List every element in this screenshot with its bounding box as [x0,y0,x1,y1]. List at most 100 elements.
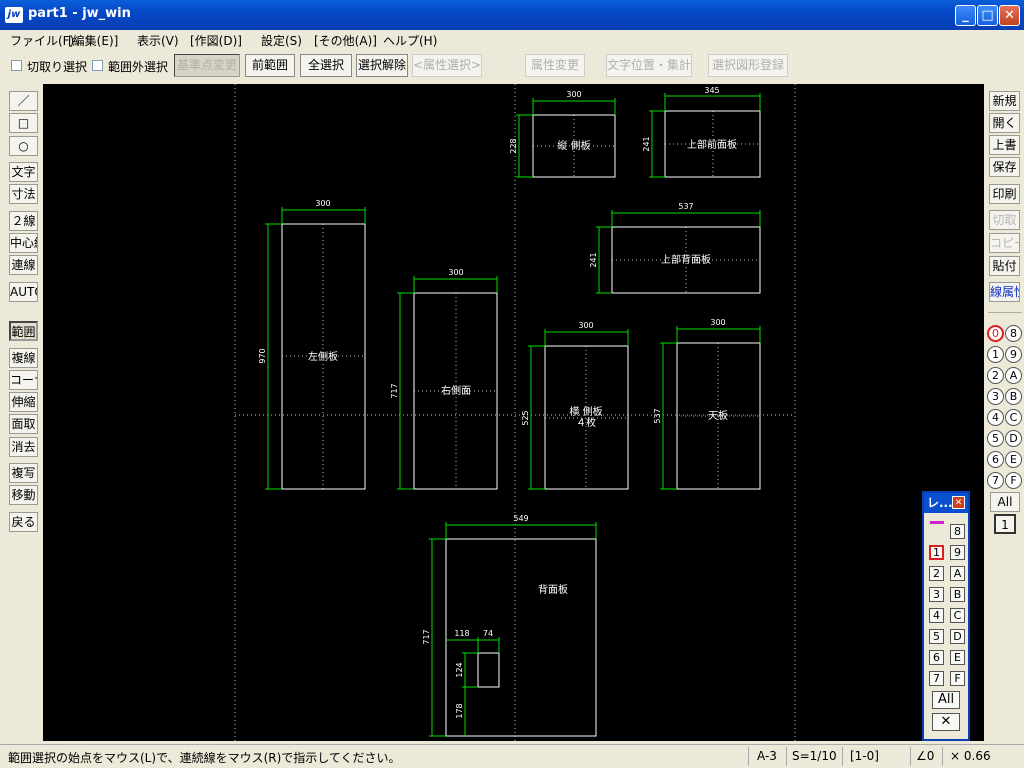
palette-layer-1-button[interactable]: 1 [929,545,944,560]
palette-cross-icon[interactable]: ✕ [932,713,960,731]
palette-layer-a-button[interactable]: A [950,566,965,581]
text-tool-button[interactable]: 文字 [9,162,38,182]
menu-help[interactable]: ヘルプ(H) [383,32,437,49]
palette-layer-4-button[interactable]: 4 [929,608,944,623]
layer-f-button[interactable]: F [1005,472,1022,489]
line-attribute-button[interactable]: 線属性 [989,282,1020,302]
palette-layer-6-button[interactable]: 6 [929,650,944,665]
save-button[interactable]: 保存 [989,157,1020,177]
stretch-tool-button[interactable]: 伸縮 [9,392,38,412]
palette-layer-7-button[interactable]: 7 [929,671,944,686]
current-layer[interactable]: [1-0] [850,749,879,763]
register-shape-button[interactable]: 選択図形登録 [708,54,788,77]
palette-layer-c-button[interactable]: C [950,608,965,623]
undo-tool-button[interactable]: 戻る [9,512,38,532]
dimension-width: 345 [704,86,719,95]
palette-layer-2-button[interactable]: 2 [929,566,944,581]
chamfer-tool-button[interactable]: 面取 [9,414,38,434]
minimize-button[interactable]: _ [955,5,976,26]
prev-range-button[interactable]: 前範囲 [245,54,295,77]
palette-all-button[interactable]: All [932,691,960,709]
layer-c-button[interactable]: C [1005,409,1022,426]
dimension-width: 549 [513,514,528,523]
layer-group-button[interactable]: 1 [994,514,1016,534]
layer-6-button[interactable]: 6 [987,451,1004,468]
layer-d-button[interactable]: D [1005,430,1022,447]
paper-size[interactable]: A-3 [757,749,777,763]
window-title: part1 - jw_win [28,6,131,21]
erase-tool-button[interactable]: 消去 [9,437,38,457]
menu-settings[interactable]: 設定(S) [261,32,302,49]
part-label: 天板 [708,409,728,422]
layer-9-button[interactable]: 9 [1005,346,1022,363]
move-tool-button[interactable]: 移動 [9,485,38,505]
close-button[interactable]: ✕ [999,5,1020,26]
palette-layer-e-button[interactable]: E [950,650,965,665]
angle-display[interactable]: ∠0 [916,749,934,763]
offset-line-tool-button[interactable]: 複線 [9,348,38,368]
select-all-button[interactable]: 全選択 [300,54,352,77]
layer-1-button[interactable]: 1 [987,346,1004,363]
zoom-display[interactable]: × 0.66 [950,749,991,763]
open-file-button[interactable]: 開く [989,113,1020,133]
dimension-width: 537 [678,202,693,211]
maximize-button[interactable]: □ [977,5,998,26]
line-tool-button[interactable]: ／ [9,91,38,111]
palette-layer-5-button[interactable]: 5 [929,629,944,644]
layer-8-button[interactable]: 8 [1005,325,1022,342]
copy-tool-button[interactable]: 複写 [9,463,38,483]
layer-4-button[interactable]: 4 [987,409,1004,426]
circle-tool-button[interactable]: ○ [9,136,38,156]
center-line-tool-button[interactable]: 中心線 [9,233,38,253]
drawing-canvas[interactable]: 300 228 345 241 537 241 300 970 300 717 … [43,84,984,741]
palette-layer-3-button[interactable]: 3 [929,587,944,602]
outside-select-checkbox[interactable] [92,60,103,71]
menu-view[interactable]: 表示(V) [137,32,179,49]
paste-button[interactable]: 貼付 [989,256,1020,276]
status-separator [786,747,787,766]
layer-7-button[interactable]: 7 [987,472,1004,489]
part-label-sub: ４枚 [576,416,596,429]
layer-5-button[interactable]: 5 [987,430,1004,447]
auto-tool-button[interactable]: AUTO [9,282,38,302]
drawing-scale[interactable]: S=1/10 [792,749,837,763]
base-point-change-button[interactable]: 基準点変更 [174,54,240,77]
overwrite-button[interactable]: 上書 [989,135,1020,155]
rectangle-tool-button[interactable]: □ [9,113,38,133]
palette-layer-f-button[interactable]: F [950,671,965,686]
corner-tool-button[interactable]: コーナー [9,370,38,390]
new-file-button[interactable]: 新規 [989,91,1020,111]
palette-layer-9-button[interactable]: 9 [950,545,965,560]
menu-draw[interactable]: [作図(D)] [190,32,242,49]
menu-file[interactable]: ファイル(F) [10,32,74,49]
layer-palette: レ... ✕ 8 1 9 2 A 3 B 4 C 5 D 6 E 7 F All… [922,491,970,741]
cut-button[interactable]: 切取 [989,210,1020,230]
dimension-sub-width: 118 [454,629,469,638]
layer-all-button[interactable]: All [990,492,1020,512]
layer-a-button[interactable]: A [1005,367,1022,384]
deselect-button[interactable]: 選択解除 [356,54,408,77]
attr-select-button[interactable]: <属性選択> [412,54,482,77]
layer-3-button[interactable]: 3 [987,388,1004,405]
palette-layer-b-button[interactable]: B [950,587,965,602]
dimension-tool-button[interactable]: 寸法 [9,184,38,204]
menu-edit[interactable]: [編集(E)] [68,32,118,49]
layer-b-button[interactable]: B [1005,388,1022,405]
layer-0-button[interactable]: 0 [987,325,1004,342]
print-button[interactable]: 印刷 [989,184,1020,204]
palette-layer-8-button[interactable]: 8 [950,524,965,539]
double-line-tool-button[interactable]: ２線 [9,211,38,231]
attr-change-button[interactable]: 属性変更 [525,54,585,77]
palette-layer-d-button[interactable]: D [950,629,965,644]
range-tool-button[interactable]: 範囲 [9,321,38,341]
line-color-swatch[interactable] [930,521,944,524]
continuous-line-tool-button[interactable]: 連線 [9,255,38,275]
text-pos-align-button[interactable]: 文字位置・集計 [606,54,692,77]
dimension-height: 717 [422,629,431,644]
menu-other[interactable]: [その他(A)] [314,32,377,49]
layer-e-button[interactable]: E [1005,451,1022,468]
cut-select-checkbox[interactable] [11,60,22,71]
palette-close-icon[interactable]: ✕ [952,496,965,509]
layer-2-button[interactable]: 2 [987,367,1004,384]
copy-button[interactable]: コピー [989,233,1020,253]
